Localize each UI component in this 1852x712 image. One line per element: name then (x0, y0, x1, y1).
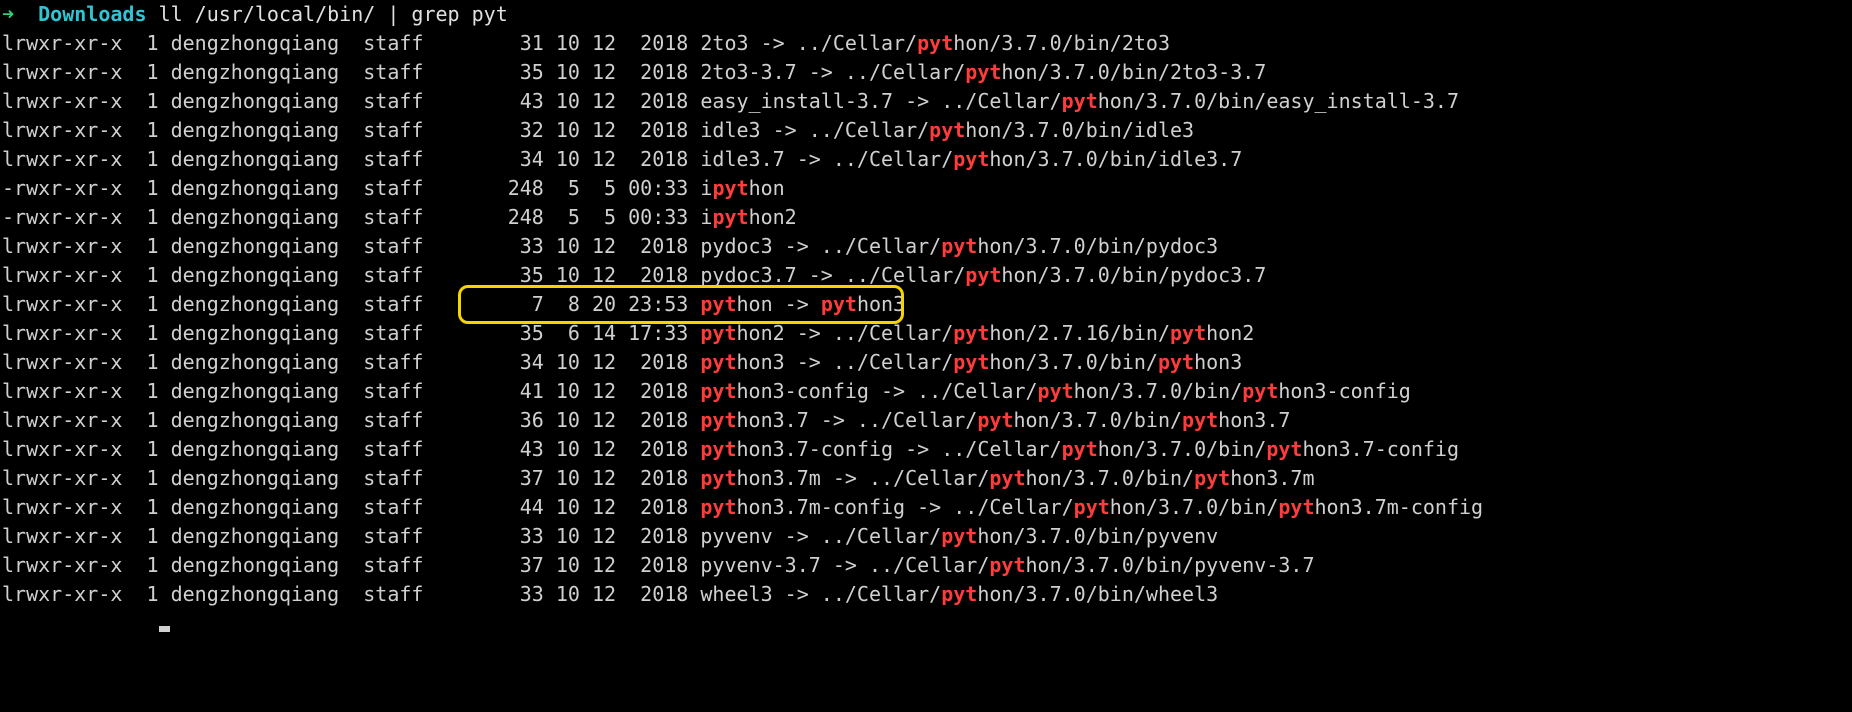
ls-row: lrwxr-xr-x 1 dengzhongqiang staff 37 10 … (2, 551, 1850, 580)
prompt-cwd: Downloads (38, 2, 146, 26)
ls-row: lrwxr-xr-x 1 dengzhongqiang staff 35 10 … (2, 261, 1850, 290)
ls-row: -rwxr-xr-x 1 dengzhongqiang staff 248 5 … (2, 174, 1850, 203)
ls-row: lrwxr-xr-x 1 dengzhongqiang staff 7 8 20… (2, 290, 1850, 319)
ls-row: lrwxr-xr-x 1 dengzhongqiang staff 43 10 … (2, 87, 1850, 116)
cursor-line[interactable] (2, 609, 1850, 638)
ls-row: lrwxr-xr-x 1 dengzhongqiang staff 44 10 … (2, 493, 1850, 522)
ls-row: lrwxr-xr-x 1 dengzhongqiang staff 33 10 … (2, 580, 1850, 609)
ls-row: lrwxr-xr-x 1 dengzhongqiang staff 36 10 … (2, 406, 1850, 435)
ls-row: lrwxr-xr-x 1 dengzhongqiang staff 35 10 … (2, 58, 1850, 87)
ls-row: -rwxr-xr-x 1 dengzhongqiang staff 248 5 … (2, 203, 1850, 232)
ls-row: lrwxr-xr-x 1 dengzhongqiang staff 33 10 … (2, 232, 1850, 261)
terminal-output[interactable]: ➜ Downloads ll /usr/local/bin/ | grep py… (0, 0, 1852, 642)
ls-row: lrwxr-xr-x 1 dengzhongqiang staff 41 10 … (2, 377, 1850, 406)
ls-row: lrwxr-xr-x 1 dengzhongqiang staff 33 10 … (2, 522, 1850, 551)
cursor (159, 626, 170, 632)
ls-row: lrwxr-xr-x 1 dengzhongqiang staff 34 10 … (2, 145, 1850, 174)
prompt-command: ll /usr/local/bin/ | grep pyt (159, 2, 508, 26)
ls-row: lrwxr-xr-x 1 dengzhongqiang staff 43 10 … (2, 435, 1850, 464)
ls-row: lrwxr-xr-x 1 dengzhongqiang staff 35 6 1… (2, 319, 1850, 348)
prompt-line[interactable]: ➜ Downloads ll /usr/local/bin/ | grep py… (2, 0, 1850, 29)
ls-row: lrwxr-xr-x 1 dengzhongqiang staff 34 10 … (2, 348, 1850, 377)
ls-row: lrwxr-xr-x 1 dengzhongqiang staff 31 10 … (2, 29, 1850, 58)
ls-row: lrwxr-xr-x 1 dengzhongqiang staff 37 10 … (2, 464, 1850, 493)
prompt-arrow: ➜ (2, 2, 14, 26)
ls-row: lrwxr-xr-x 1 dengzhongqiang staff 32 10 … (2, 116, 1850, 145)
